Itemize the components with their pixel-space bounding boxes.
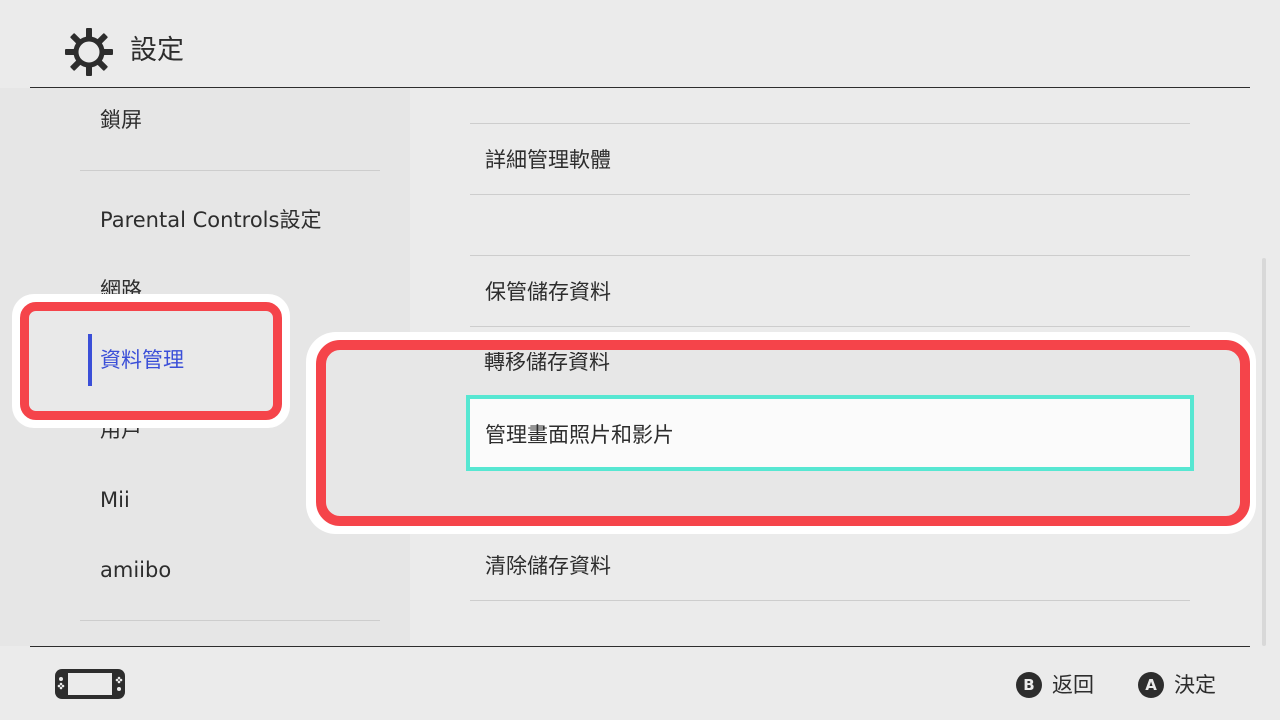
list-item-software-management[interactable]: 詳細管理軟體 [485,146,611,174]
list-item-save-data-cloud[interactable]: 保管儲存資料 [485,278,611,306]
list-divider [470,255,1190,256]
sidebar-item-parental-controls[interactable]: Parental Controls設定 [100,206,321,234]
confirm-button[interactable]: A 決定 [1138,671,1216,699]
list-divider [470,194,1190,195]
gear-icon [65,28,113,76]
list-divider [470,123,1190,124]
scrollbar[interactable] [1262,258,1266,646]
list-item-manage-screenshots-videos[interactable]: 管理畫面照片和影片 [466,395,1194,471]
sidebar-item-data-management[interactable]: 資料管理 [100,346,184,374]
sidebar-item-mii[interactable]: Mii [100,486,130,514]
list-item-delete-save-data[interactable]: 清除儲存資料 [485,552,611,580]
list-divider [470,600,1190,601]
sidebar-divider [80,620,380,621]
footer-divider [30,646,1250,647]
list-divider [470,326,1190,327]
sidebar-active-indicator [88,334,92,386]
a-button-icon: A [1138,672,1164,698]
list-item-transfer-save-data[interactable]: 轉移儲存資料 [484,352,610,376]
settings-screen: 設定 鎖屏 Parental Controls設定 網路 用戶 Mii amii… [0,0,1280,720]
confirm-label: 決定 [1174,673,1216,697]
back-button[interactable]: B 返回 [1016,671,1094,699]
list-item-label: 轉移儲存資料 [484,352,610,374]
b-button-icon: B [1016,672,1042,698]
list-item-label: 管理畫面照片和影片 [485,423,674,447]
console-handheld-icon [55,669,125,699]
sidebar-divider [80,170,380,171]
sidebar-item-lock-screen[interactable]: 鎖屏 [100,106,142,134]
page-title: 設定 [130,35,184,66]
back-label: 返回 [1052,673,1094,697]
header: 設定 [0,0,1280,88]
sidebar-item-amiibo[interactable]: amiibo [100,556,171,584]
